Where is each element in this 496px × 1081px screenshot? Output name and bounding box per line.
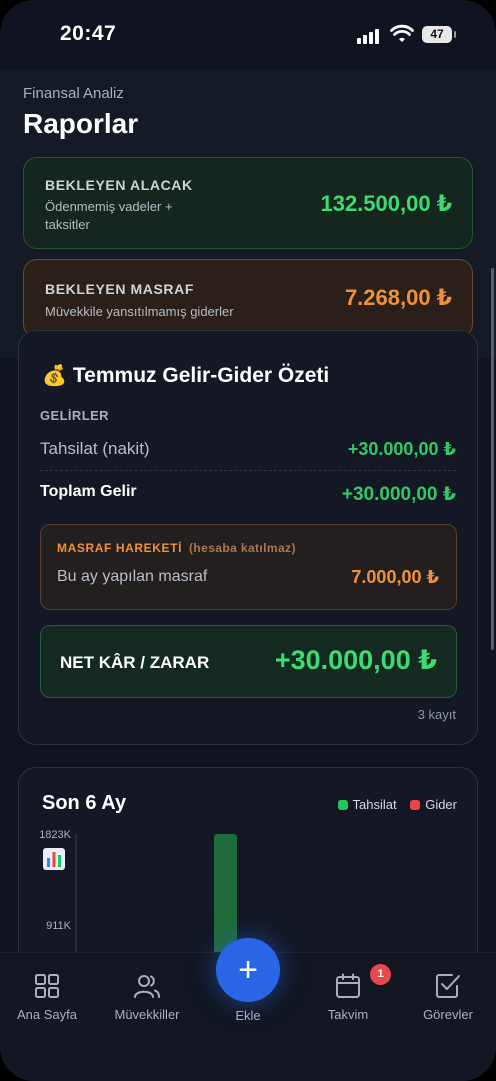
legend-item-gider: Gider: [410, 797, 457, 812]
nav-item-clients[interactable]: Müvekkiller: [102, 973, 192, 1022]
grid-icon: [35, 974, 59, 998]
y-tick-label: 911K: [46, 920, 72, 932]
expense-movement-note: (hesaba katılmaz): [189, 541, 296, 555]
calendar-icon: [336, 973, 360, 998]
legend-swatch-tahsilat: [337, 800, 348, 810]
battery-icon: 47: [422, 26, 456, 43]
card-label: BEKLEYEN MASRAF: [45, 281, 195, 297]
pending-expense-card[interactable]: BEKLEYEN MASRAF Müvekkile yansıtılmamış …: [23, 259, 473, 338]
chart-title-wrap: Son 6 Ay: [42, 792, 127, 870]
card-amount: 7.268,00 ₺: [344, 285, 452, 310]
net-profit-box: NET KÂR / ZARAR +30.000,00 ₺: [40, 625, 457, 698]
money-bag-icon: 💰: [42, 365, 67, 387]
status-bar: 20:47 47: [0, 0, 496, 70]
app-screen: 20:47 47 Finansal Analiz Raporlar BEKLEY…: [0, 0, 496, 1081]
summary-title: Temmuz Gelir-Gider Özeti: [72, 364, 330, 387]
card-subtitle: Müvekkile yansıtılmamış giderler: [45, 304, 234, 319]
record-count: 3 kayıt: [417, 707, 456, 722]
summary-title-wrap: 💰 Temmuz Gelir-Gider Özeti: [42, 363, 329, 388]
income-row-amount: +30.000,00 ₺: [347, 439, 456, 459]
legend-swatch-gider: [410, 800, 421, 810]
add-button[interactable]: +: [216, 938, 280, 1002]
expense-movement-label: Bu ay yapılan masraf: [57, 568, 208, 585]
total-income-amount: +30.000,00 ₺: [341, 484, 456, 505]
y-tick-label: 1823K: [39, 829, 71, 841]
nav-label: Müvekkiller: [114, 1007, 180, 1022]
checkbox-icon: [436, 974, 460, 998]
nav-label: Ana Sayfa: [17, 1007, 77, 1022]
nav-label: Görevler: [423, 1007, 473, 1022]
status-time: 20:47: [60, 22, 117, 45]
scrollbar[interactable]: [491, 268, 494, 650]
chart-legend: Tahsilat Gider: [328, 797, 457, 812]
net-profit-amount: +30.000,00 ₺: [274, 645, 437, 675]
net-profit-label: NET KÂR / ZARAR: [60, 653, 210, 672]
page-eyebrow: Finansal Analiz: [23, 85, 124, 102]
expense-movement-box: MASRAF HAREKETİ (hesaba katılmaz) Bu ay …: [40, 524, 457, 610]
signal-icon: [357, 26, 383, 44]
users-icon: [134, 975, 160, 998]
wifi-icon: [390, 24, 414, 49]
nav-label: Takvim: [327, 1007, 369, 1022]
page-title: Raporlar: [23, 108, 139, 139]
legend-label: Gider: [425, 797, 457, 812]
expense-movement-heading: MASRAF HAREKETİ: [57, 541, 182, 555]
chart-title: Son 6 Ay: [42, 792, 127, 814]
pending-receivable-card[interactable]: BEKLEYEN ALACAK Ödenmemiş vadeler + taks…: [23, 157, 473, 249]
card-label: BEKLEYEN ALACAK: [45, 177, 193, 193]
total-income-label: Toplam Gelir: [40, 483, 137, 500]
plus-icon: +: [238, 951, 258, 989]
card-subtitle: Ödenmemiş vadeler + taksitler: [45, 199, 173, 232]
expense-movement-amount: 7.000,00 ₺: [351, 567, 439, 587]
legend-label: Tahsilat: [352, 797, 397, 812]
monthly-summary-card: 💰 Temmuz Gelir-Gider Özeti GELİRLER Tahsi…: [18, 330, 478, 745]
nav-item-home[interactable]: Ana Sayfa: [2, 973, 92, 1022]
calendar-badge: 1: [370, 964, 391, 985]
income-row-label: Tahsilat (nakit): [40, 439, 150, 458]
card-amount: 132.500,00 ₺: [320, 191, 452, 216]
report-header: Finansal Analiz Raporlar BEKLEYEN ALACAK…: [0, 70, 496, 358]
income-row: Tahsilat (nakit) +30.000,00 ₺: [40, 439, 456, 471]
nav-item-tasks[interactable]: Görevler: [403, 973, 493, 1022]
add-button-label: Ekle: [235, 1008, 261, 1023]
income-section-label: GELİRLER: [40, 408, 109, 423]
legend-item-tahsilat: Tahsilat: [337, 797, 397, 812]
